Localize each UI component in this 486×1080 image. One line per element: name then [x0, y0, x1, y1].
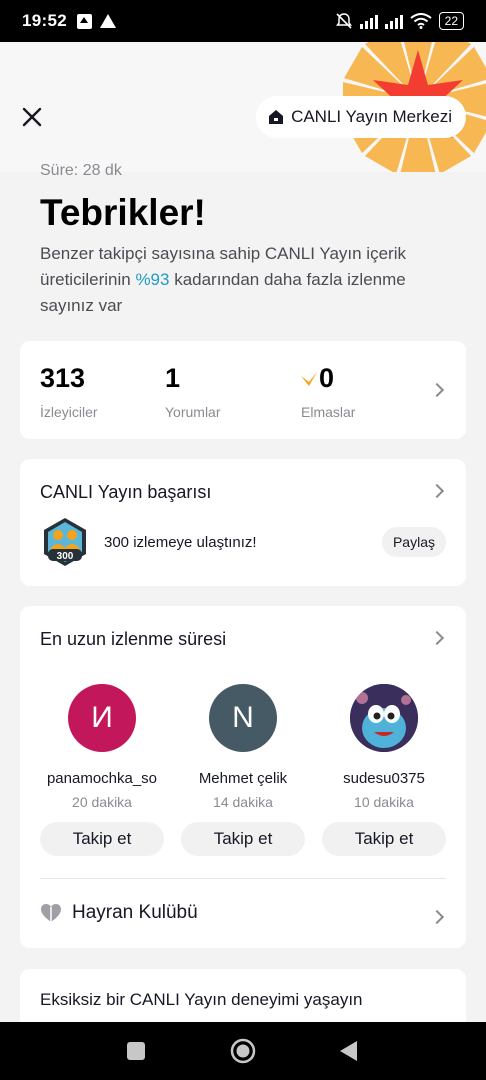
- stats-card[interactable]: 313 İzleyiciler 1 Yorumlar 0 Elmaslar: [20, 341, 466, 439]
- stat-comments: 1 Yorumlar: [165, 363, 221, 420]
- viewer-item: sudesu0375 10 dakika Takip et: [322, 684, 446, 856]
- stat-value: 313: [40, 363, 86, 393]
- wifi-icon: [410, 13, 432, 29]
- chevron-right-icon: [429, 382, 445, 398]
- upload-notification-icon: [76, 13, 92, 29]
- follow-button[interactable]: Takip et: [40, 822, 164, 856]
- live-center-button[interactable]: CANLI Yayın Merkezi: [256, 96, 466, 138]
- achievement-title: CANLI Yayın başarısı: [40, 482, 212, 502]
- viewer-item: И panamochka_so 20 dakika Takip et: [40, 684, 164, 856]
- avatar[interactable]: N: [209, 684, 277, 752]
- stat-label: İzleyiciler: [40, 404, 98, 420]
- signal-icon-2: [384, 14, 403, 29]
- warning-icon: [99, 14, 116, 28]
- share-button[interactable]: Paylaş: [381, 527, 446, 557]
- stream-duration: Süre: 28 dk: [40, 162, 122, 179]
- page-title: Tebrikler!: [40, 192, 206, 233]
- close-icon[interactable]: [20, 105, 44, 129]
- viewers-badge-icon: 300: [44, 518, 86, 566]
- signal-icon: [359, 14, 378, 29]
- summary-description: Benzer takipçi sayısına sahip CANLI Yayı…: [40, 241, 460, 319]
- avatar[interactable]: И: [68, 684, 136, 752]
- avatar[interactable]: [350, 684, 418, 752]
- home-icon: [269, 110, 284, 124]
- status-bar: 19:52 22: [0, 0, 486, 42]
- viewer-name: Mehmet çelik: [198, 770, 288, 787]
- fan-club-row[interactable]: Hayran Kulübü: [40, 902, 198, 924]
- stat-label: Yorumlar: [165, 404, 221, 420]
- cartoon-avatar-icon: [350, 684, 418, 752]
- chevron-right-icon: [429, 909, 445, 925]
- system-nav-bar: [0, 1022, 486, 1080]
- stat-viewers: 313 İzleyiciler: [40, 363, 98, 420]
- viewer-name: panamochka_so: [46, 770, 158, 787]
- longest-watch-title: En uzun izlenme süresi: [40, 629, 227, 649]
- stat-value: 1: [165, 363, 181, 393]
- fan-club-label: Hayran Kulübü: [72, 902, 198, 923]
- percentile-highlight: %93: [135, 270, 170, 289]
- follow-button[interactable]: Takip et: [181, 822, 305, 856]
- back-icon[interactable]: [340, 1041, 358, 1061]
- stat-diamonds: 0 Elmaslar: [301, 363, 355, 420]
- live-center-label: CANLI Yayın Merkezi: [291, 107, 452, 126]
- longest-watch-card: En uzun izlenme süresi И panamochka_so 2…: [20, 606, 466, 948]
- viewer-item: N Mehmet çelik 14 dakika Takip et: [181, 684, 305, 856]
- viewer-watch-time: 20 dakika: [72, 794, 132, 810]
- experience-title: Eksiksiz bir CANLI Yayın deneyimi yaşayı…: [40, 990, 363, 1009]
- diamond-icon: [301, 371, 317, 386]
- battery-icon: 22: [438, 12, 464, 30]
- stat-label: Elmaslar: [301, 404, 356, 420]
- header: CANLI Yayın Merkezi: [0, 42, 486, 172]
- recents-icon[interactable]: [127, 1042, 145, 1060]
- badge-number: 300: [57, 551, 74, 562]
- mute-icon: [335, 13, 352, 29]
- status-time: 19:52: [22, 11, 67, 30]
- achievement-card[interactable]: CANLI Yayın başarısı 300 300 izlemeye ul…: [20, 459, 466, 586]
- divider: [40, 878, 446, 879]
- achievement-text: 300 izlemeye ulaştınız!: [104, 533, 257, 551]
- viewer-watch-time: 14 dakika: [213, 794, 273, 810]
- heart-icon: [41, 904, 61, 922]
- home-button-icon[interactable]: [230, 1038, 256, 1064]
- viewer-name: sudesu0375: [343, 770, 425, 787]
- chevron-right-icon: [429, 483, 445, 499]
- viewer-watch-time: 10 dakika: [354, 794, 414, 810]
- follow-button[interactable]: Takip et: [322, 822, 446, 856]
- chevron-right-icon[interactable]: [429, 630, 445, 646]
- stat-value: 0: [319, 363, 335, 393]
